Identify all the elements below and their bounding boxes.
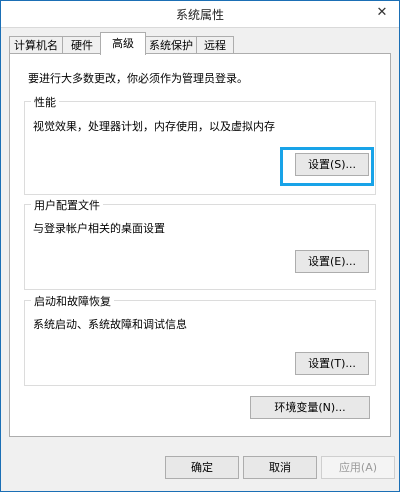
tab-advanced[interactable]: 高级: [100, 32, 146, 55]
performance-description: 视觉效果，处理器计划，内存使用，以及虚拟内存: [33, 120, 275, 133]
user-profiles-settings-button[interactable]: 设置(E)...: [295, 250, 369, 273]
tab-remote[interactable]: 远程: [196, 36, 234, 54]
window-title: 系统属性: [175, 8, 224, 22]
startup-recovery-settings-button[interactable]: 设置(T)...: [295, 352, 369, 375]
highlight-box: [280, 147, 374, 186]
startup-recovery-description: 系统启动、系统故障和调试信息: [33, 318, 187, 331]
close-icon[interactable]: ✕: [371, 4, 393, 22]
apply-button[interactable]: 应用(A): [321, 456, 395, 479]
cancel-button[interactable]: 取消: [243, 456, 317, 479]
startup-recovery-group: 启动和故障恢复 系统启动、系统故障和调试信息 设置(T)...: [24, 293, 376, 386]
title-bar[interactable]: 系统属性 ✕: [1, 1, 399, 28]
user-profiles-description: 与登录帐户相关的桌面设置: [33, 222, 165, 235]
tab-bar: 计算机名 硬件 高级 系统保护 远程: [9, 32, 391, 55]
tab-system-protection[interactable]: 系统保护: [145, 36, 197, 54]
tab-computer-name[interactable]: 计算机名: [9, 36, 63, 54]
user-profiles-title: 用户配置文件: [31, 197, 103, 213]
performance-title: 性能: [31, 94, 59, 110]
user-profiles-group: 用户配置文件 与登录帐户相关的桌面设置 设置(E)...: [24, 197, 376, 290]
admin-note: 要进行大多数更改，你必须作为管理员登录。: [28, 72, 248, 85]
startup-recovery-title: 启动和故障恢复: [31, 293, 114, 309]
environment-variables-button[interactable]: 环境变量(N)...: [250, 396, 370, 419]
ok-button[interactable]: 确定: [165, 456, 239, 479]
advanced-panel: 要进行大多数更改，你必须作为管理员登录。 性能 视觉效果，处理器计划，内存使用，…: [9, 53, 391, 437]
system-properties-window: 系统属性 ✕ 计算机名 硬件 高级 系统保护 远程 要进行大多数更改，你必须作为…: [0, 0, 400, 492]
tab-hardware[interactable]: 硬件: [62, 36, 102, 54]
